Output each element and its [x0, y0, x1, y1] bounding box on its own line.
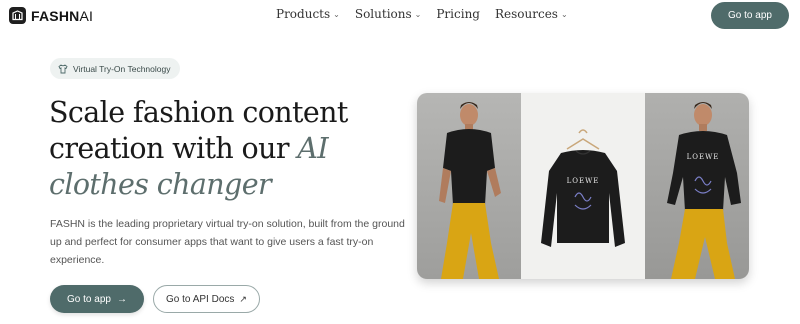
technology-badge: Virtual Try-On Technology: [50, 58, 181, 79]
nav-label: Products: [276, 7, 331, 21]
chevron-down-icon: ⌄: [333, 10, 340, 19]
main-nav: Products ⌄ Solutions ⌄ Pricing Resources…: [276, 7, 568, 21]
nav-item-solutions[interactable]: Solutions ⌄: [355, 7, 422, 21]
model-after-photo: LOEWE: [645, 93, 749, 279]
nav-item-pricing[interactable]: Pricing: [436, 7, 480, 21]
hero-headline: Scale fashion content creation with our …: [49, 95, 379, 203]
badge-label: Virtual Try-On Technology: [73, 63, 171, 74]
brand-logo[interactable]: FASHNAI: [9, 7, 93, 24]
button-label: Go to app: [67, 293, 111, 305]
nav-item-resources[interactable]: Resources ⌄: [495, 7, 568, 21]
model-before-photo: [417, 93, 521, 279]
api-docs-button[interactable]: Go to API Docs ↗: [153, 285, 260, 313]
button-label: Go to API Docs: [166, 293, 235, 305]
shirt-icon: [58, 63, 68, 73]
garment-brand-label: LOEWE: [566, 177, 600, 185]
chevron-down-icon: ⌄: [560, 10, 568, 19]
nav-label: Pricing: [436, 7, 480, 21]
nav-label: Resources: [494, 7, 558, 21]
brand-name: FASHNAI: [31, 7, 94, 24]
nav-item-products[interactable]: Products ⌄: [276, 7, 340, 21]
hanger-logo-icon: [9, 7, 26, 24]
garment-brand-label: LOEWE: [686, 153, 720, 161]
hero-description: FASHN is the leading proprietary virtual…: [50, 218, 405, 266]
arrow-right-icon: →: [116, 293, 127, 305]
go-to-app-button[interactable]: Go to app →: [50, 285, 144, 313]
header-go-to-app-button[interactable]: Go to app: [711, 2, 789, 29]
garment-photo: LOEWE: [521, 93, 645, 279]
hero-try-on-image: LOEWE LOEWE: [417, 93, 749, 279]
nav-label: Solutions: [354, 7, 412, 21]
chevron-down-icon: ⌄: [414, 10, 422, 19]
external-link-icon: ↗: [239, 293, 247, 304]
